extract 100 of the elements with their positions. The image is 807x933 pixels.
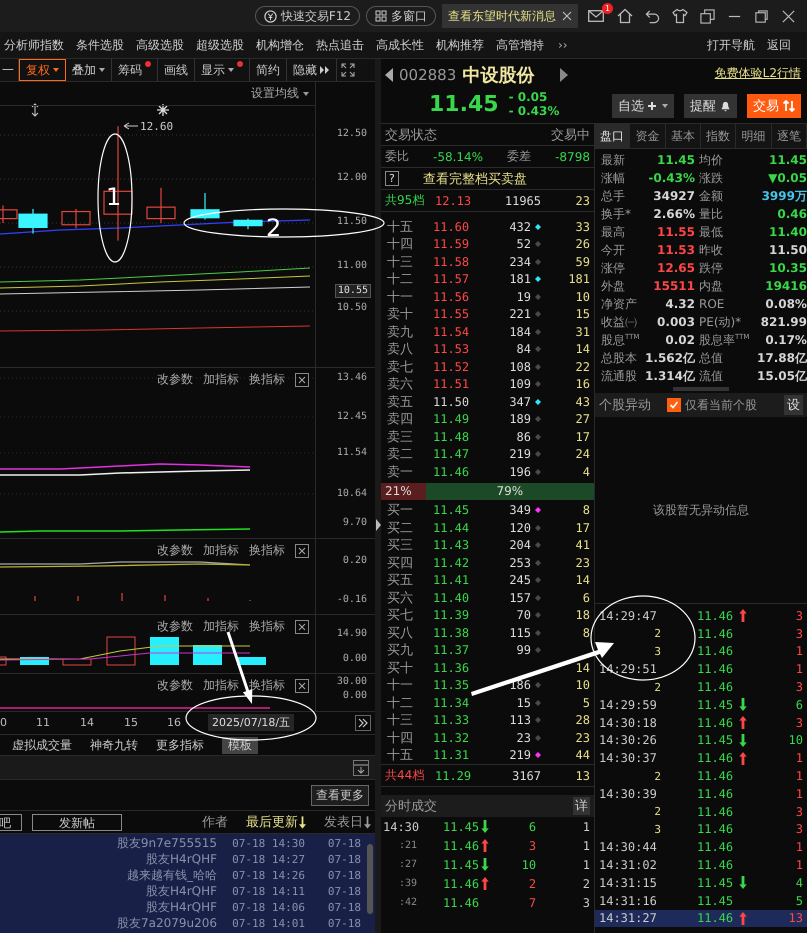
watchlist-button[interactable]: 自选 [612, 94, 674, 118]
menu-item[interactable]: 超级选股 [192, 36, 252, 54]
indicator-tab[interactable]: 模板 [222, 736, 258, 754]
more-menu-button[interactable]: ›› [552, 38, 574, 52]
l2-trial-link[interactable]: 免费体验L2行情 [714, 65, 801, 82]
indicator-action-link[interactable]: 换指标 [249, 542, 285, 559]
settings-button[interactable]: 设 [784, 395, 803, 415]
tick-row[interactable]: 3 11.46 1 [595, 642, 807, 660]
view-more-button[interactable]: 查看更多 [311, 784, 369, 806]
quick-trade-button[interactable]: 快速交易F12 [254, 6, 360, 26]
detail-button[interactable]: 详 [573, 797, 590, 815]
tick-row[interactable]: 2 11.46 3 [595, 802, 807, 821]
tick-row[interactable]: 14:30:44 11.46 1 [595, 838, 807, 856]
menu-item[interactable]: 高管增持 [492, 36, 552, 54]
price-text: 11.33 [433, 713, 470, 728]
indicator-action-link[interactable]: 改参数 [157, 618, 193, 635]
column-header[interactable]: 发表日 [324, 813, 371, 831]
indicator-tab[interactable]: 更多指标 [156, 736, 204, 754]
order-count: 8 [582, 503, 590, 518]
trade-row[interactable]: :42 11.46 7 3 [381, 893, 594, 912]
close-icon[interactable] [295, 620, 309, 634]
collapse-arrow-icon[interactable] [376, 519, 380, 531]
indicator-action-link[interactable]: 加指标 [203, 542, 239, 559]
close-icon[interactable] [295, 544, 309, 558]
toolbar-button[interactable]: 一 [0, 59, 19, 81]
trade-row[interactable]: :39 11.46 2 2 [381, 874, 594, 893]
panel-tab[interactable]: 盘口 [595, 124, 630, 148]
resize-handle[interactable] [673, 387, 729, 391]
menu-item[interactable]: 机构推荐 [432, 36, 492, 54]
next-arrow-icon[interactable] [560, 68, 568, 82]
multi-window-button[interactable]: 多窗口 [366, 6, 436, 26]
menu-item[interactable]: 返回 [763, 36, 799, 54]
panel-tab[interactable]: 逐笔 [772, 124, 807, 148]
column-header[interactable]: 作者 [202, 813, 228, 831]
news-tab[interactable]: 查看东望时代新消息 [442, 4, 578, 28]
indicator-action-link[interactable]: 换指标 [249, 618, 285, 635]
close-icon[interactable] [295, 372, 309, 386]
tick-row[interactable]: 2 11.46 3 [595, 624, 807, 643]
shirt-icon[interactable] [672, 8, 688, 24]
panel-tab[interactable]: 基本 [666, 124, 701, 148]
new-post-button[interactable]: 发新帖 [32, 814, 122, 830]
restore-window-icon[interactable] [700, 8, 715, 24]
full-book-link[interactable]: 查看完整档买卖盘 [422, 170, 527, 188]
scrollbar[interactable] [367, 844, 373, 914]
tick-row[interactable]: 14:30:26 11.45 10 [595, 732, 807, 750]
panel-tab[interactable]: 资金 [630, 124, 666, 148]
checkbox[interactable] [667, 398, 681, 412]
indicator-action-link[interactable]: 改参数 [157, 371, 193, 388]
alert-button[interactable]: 提醒 [684, 94, 737, 118]
tick-row[interactable]: 14:30:18 11.46 3 [595, 714, 807, 732]
tick-row[interactable]: 3 11.46 3 [595, 820, 807, 838]
previous-arrow-icon[interactable] [385, 68, 393, 82]
updated-time-cell-text: 07-18 14:06 [231, 900, 305, 914]
indicator-action-link[interactable]: 加指标 [203, 618, 239, 635]
indicator-action-link[interactable]: 加指标 [203, 677, 239, 694]
menu-item[interactable]: 分析师指数 [0, 36, 72, 54]
indicator-action-link[interactable]: 改参数 [157, 542, 193, 559]
trade-row[interactable]: :21 11.46 3 1 [381, 836, 594, 855]
tick-row[interactable]: 14:29:59 11.45 6 [595, 696, 807, 714]
indicator-action-link[interactable]: 换指标 [249, 371, 285, 388]
tick-row[interactable]: 14:30:39 11.46 1 [595, 784, 807, 803]
trade-row[interactable]: :27 11.45 10 1 [381, 855, 594, 874]
menu-item[interactable]: 高成长性 [372, 36, 432, 54]
volume-text: 347 [509, 394, 531, 409]
ma-settings-button[interactable]: 设置均线 [251, 85, 309, 102]
fullscreen-icon[interactable] [341, 63, 355, 77]
tick-row[interactable]: 14:31:16 11.45 5 [595, 892, 807, 910]
indicator-tab[interactable]: 虚拟成交量 [12, 736, 72, 754]
tick-row[interactable]: 14:29:47 11.46 3 [595, 607, 807, 625]
mail-icon[interactable] [588, 10, 604, 22]
toolbar-button[interactable]: 复权 [19, 59, 66, 81]
column-header[interactable]: 最后更新 [246, 813, 306, 831]
indicator-action-link[interactable]: 改参数 [157, 677, 193, 694]
panel-tab[interactable]: 明细 [736, 124, 772, 148]
indicator-tab[interactable]: 神奇九转 [90, 736, 138, 754]
tick-row[interactable]: 2 11.46 3 [595, 678, 807, 696]
help-button[interactable]: ? [385, 171, 399, 186]
tick-row[interactable]: 2 11.46 1 [595, 767, 807, 785]
tick-row[interactable]: 14:30:37 11.46 1 [595, 749, 807, 768]
checkbox-label[interactable]: 仅看当前个股 [685, 396, 757, 414]
undo-icon[interactable] [645, 8, 660, 24]
tick-row[interactable]: 14:31:27 11.46 13 [595, 910, 807, 928]
home-icon[interactable] [617, 8, 633, 24]
menu-item[interactable]: 高级选股 [132, 36, 192, 54]
indicator-action-link[interactable]: 换指标 [249, 677, 285, 694]
tick-row[interactable]: 14:31:15 11.45 4 [595, 874, 807, 892]
menu-item[interactable]: 条件选股 [72, 36, 132, 54]
close-icon[interactable] [562, 11, 572, 21]
indicator-action-link[interactable]: 加指标 [203, 371, 239, 388]
maximize-icon[interactable] [754, 8, 769, 24]
trade-row[interactable]: 14:30 11.45 6 1 [381, 817, 594, 836]
panel-tab[interactable]: 指数 [700, 124, 736, 148]
menu-item[interactable]: 机构增仓 [252, 36, 312, 54]
tick-row[interactable]: 14:31:02 11.46 1 [595, 856, 807, 874]
menu-item[interactable]: 热点追击 [312, 36, 372, 54]
close-icon[interactable] [781, 8, 796, 24]
close-icon[interactable] [295, 678, 309, 692]
download-icon[interactable] [353, 760, 369, 776]
double-chevron-icon[interactable] [355, 715, 371, 731]
menu-item[interactable]: 打开导航 [703, 36, 763, 54]
